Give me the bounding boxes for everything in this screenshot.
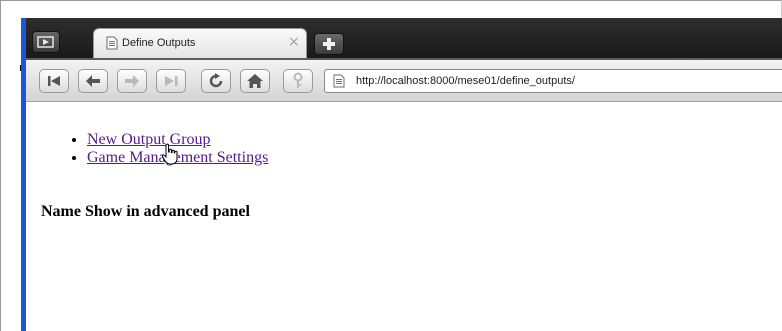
- plus-icon: [323, 38, 335, 50]
- new-tab-button[interactable]: [314, 33, 344, 55]
- hand-pointer-icon: [161, 143, 178, 165]
- forward-button[interactable]: [117, 69, 147, 93]
- home-icon: [247, 74, 263, 88]
- tab-title: Define Outputs: [122, 37, 196, 49]
- last-button[interactable]: [156, 69, 186, 93]
- home-button[interactable]: [240, 69, 270, 93]
- page-icon: [333, 74, 345, 88]
- forward-icon: [125, 75, 139, 87]
- tab-bar: Define Outputs ×: [26, 18, 782, 58]
- key-button[interactable]: [283, 69, 313, 93]
- table-header-row: Name Show in advanced panel: [41, 203, 250, 220]
- tab-close-icon[interactable]: ×: [288, 35, 300, 49]
- panel-toggle-button[interactable]: [32, 31, 60, 53]
- key-icon: [293, 72, 303, 88]
- screenshot-frame-left: [0, 0, 1, 331]
- navigation-toolbar: http://localhost:8000/mese01/define_outp…: [26, 60, 782, 102]
- back-icon: [86, 75, 100, 87]
- address-bar[interactable]: http://localhost:8000/mese01/define_outp…: [324, 69, 782, 93]
- reload-button[interactable]: [201, 69, 231, 93]
- first-icon: [48, 76, 60, 86]
- new-output-group-link[interactable]: New Output Group: [87, 131, 211, 148]
- back-button[interactable]: [78, 69, 108, 93]
- reload-icon: [209, 73, 223, 88]
- last-icon: [165, 76, 178, 86]
- browser-window: Define Outputs × • • •: [26, 18, 782, 331]
- first-button[interactable]: [39, 69, 69, 93]
- tab-define-outputs[interactable]: Define Outputs ×: [93, 28, 307, 58]
- address-bar-url[interactable]: http://localhost:8000/mese01/define_outp…: [356, 75, 575, 87]
- screenshot-frame-top: [0, 0, 782, 1]
- sidebar-panel-icon: [37, 36, 54, 48]
- page-icon: [106, 36, 118, 50]
